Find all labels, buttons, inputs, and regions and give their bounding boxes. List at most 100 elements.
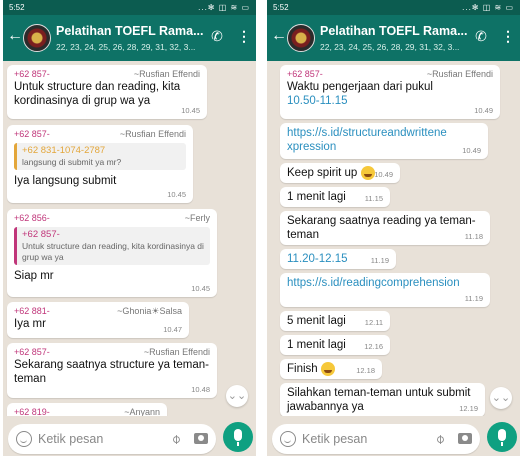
back-arrow-icon[interactable]: ←: [7, 28, 23, 44]
chevron-double-down-icon[interactable]: ⌄⌄: [226, 385, 248, 407]
message-list[interactable]: +62 857- ~Rusfian Effendi Untuk structur…: [3, 61, 256, 416]
message-time: 11.19: [464, 294, 483, 303]
message-bubble[interactable]: Silahkan teman-teman untuk submit jawaba…: [280, 383, 485, 416]
sender-phone[interactable]: +62 857-: [14, 346, 50, 358]
group-avatar[interactable]: [23, 24, 51, 52]
sender-phone[interactable]: +62 857-: [287, 68, 323, 80]
message-text: Iya langsung submit: [14, 175, 117, 187]
message-time: 12.16: [364, 342, 383, 351]
message-text: Siap mr: [14, 270, 54, 282]
link-reading[interactable]: https://s.id/readingcomprehension: [287, 276, 483, 290]
message-time: 11.18: [464, 232, 483, 241]
message-bubble[interactable]: 1 menit lagi 12.16: [280, 335, 390, 355]
sender-phone[interactable]: +62 881-: [14, 305, 50, 317]
attach-icon[interactable]: ⌀: [429, 428, 452, 451]
message-time: 10.49: [474, 106, 493, 115]
emoji-icon[interactable]: [16, 431, 32, 447]
grinning-emoji-icon: [360, 166, 375, 180]
message-list[interactable]: +62 857- ~Rusfian Effendi Waktu pengerja…: [267, 61, 520, 416]
message-time: 10.45: [191, 284, 210, 293]
voice-message-button[interactable]: [487, 422, 517, 452]
message-text: Silahkan teman-teman untuk submit jawaba…: [287, 387, 471, 413]
message-bubble[interactable]: 11.20-12.15 11.19: [280, 249, 396, 269]
emoji-icon[interactable]: [280, 431, 296, 447]
message-bubble[interactable]: Keep spirit up 10.49: [280, 163, 400, 183]
sender-name: ~Rusfian Effendi: [143, 347, 210, 357]
attach-icon[interactable]: ⌀: [165, 428, 188, 451]
compose-bar: ⌀: [267, 420, 520, 456]
status-time: 5:52: [273, 3, 289, 12]
message-time: 10.45: [181, 106, 200, 115]
more-vert-icon[interactable]: ⋮: [237, 27, 251, 45]
quoted-sender: +62 831-1074-2787: [22, 145, 106, 156]
chat-header: ← Pelatihan TOEFL Rama... 22, 23, 24, 25…: [267, 15, 520, 61]
message-bubble[interactable]: +62 881- ~Ghonia☀Salsa Iya mr 10.47: [7, 302, 189, 338]
add-call-icon[interactable]: ✆: [208, 27, 226, 45]
message-bubble[interactable]: +62 857- ~Rusfian Effendi Waktu pengerja…: [280, 65, 500, 119]
camera-icon[interactable]: [194, 433, 208, 444]
group-members[interactable]: 22, 23, 24, 25, 26, 28, 29, 31, 32, 3...: [320, 42, 468, 52]
chevron-double-down-icon[interactable]: ⌄⌄: [490, 387, 512, 409]
voice-message-button[interactable]: [223, 422, 253, 452]
sender-name: ~Anyann: [124, 407, 160, 416]
group-members[interactable]: 22, 23, 24, 25, 26, 28, 29, 31, 32, 3...: [56, 42, 204, 52]
message-text-content: Finish: [287, 363, 318, 376]
status-time: 5:52: [9, 3, 25, 12]
message-bubble[interactable]: +62 857- ~Rusfian Effendi Untuk structur…: [7, 65, 207, 119]
message-bubble[interactable]: https://s.id/structureandwrittenexpressi…: [280, 123, 488, 159]
message-bubble[interactable]: +62 857- ~Rusfian Effendi +62 831-1074-2…: [7, 125, 193, 203]
message-text: Untuk structure dan reading, kita kordin…: [14, 81, 181, 107]
sender-phone[interactable]: +62 819-: [14, 406, 50, 416]
message-time: 10.49: [374, 170, 393, 179]
quoted-text: Untuk structure dan reading, kita kordin…: [22, 241, 204, 262]
message-text: Iya mr: [14, 318, 46, 330]
message-time: 12.18: [356, 366, 375, 375]
sender-name: ~Ferly: [184, 213, 210, 223]
message-bubble[interactable]: +62 819- ~Anyann: [7, 403, 167, 416]
sender-name: ~Ghonia☀Salsa: [117, 306, 182, 316]
back-arrow-icon[interactable]: ←: [271, 28, 287, 44]
message-bubble[interactable]: Finish 12.18: [280, 359, 382, 379]
left-phone-screen: 5:52 ...✻ ◫ ≋ ▭ ← Pelatihan TOEFL Rama..…: [3, 0, 256, 456]
message-text: Sekarang saatnya reading ya teman-teman: [287, 215, 476, 241]
message-time: 10.49: [462, 146, 481, 155]
quoted-sender: +62 857-: [22, 229, 60, 240]
more-vert-icon[interactable]: ⋮: [501, 27, 515, 45]
sender-phone[interactable]: +62 856-: [14, 212, 50, 224]
grinning-emoji-icon: [320, 362, 335, 376]
quoted-text: langsung di submit ya mr?: [22, 157, 122, 167]
sender-phone[interactable]: +62 857-: [14, 128, 50, 140]
message-time: 10.47: [163, 325, 182, 334]
message-bubble[interactable]: +62 857- ~Rusfian Effendi Sekarang saatn…: [7, 343, 217, 398]
message-time: 12.19: [459, 404, 478, 413]
message-bubble[interactable]: 5 menit lagi 12.11: [280, 311, 390, 331]
message-text: Waktu pengerjaan dari pukul: [287, 81, 433, 93]
group-title[interactable]: Pelatihan TOEFL Rama...: [320, 24, 470, 38]
camera-icon[interactable]: [458, 433, 472, 444]
message-input[interactable]: [302, 430, 422, 448]
quoted-message[interactable]: +62 831-1074-2787 langsung di submit ya …: [14, 143, 186, 170]
message-input[interactable]: [38, 430, 158, 448]
group-avatar[interactable]: [287, 24, 315, 52]
link-structure[interactable]: https://s.id/structureandwrittenexpressi…: [287, 126, 447, 154]
sender-name: ~Rusfian Effendi: [426, 69, 493, 79]
compose-bar: ⌀: [3, 420, 256, 456]
status-icons: ...✻ ◫ ≋ ▭: [462, 3, 514, 12]
sender-phone[interactable]: +62 857-: [14, 68, 50, 80]
message-time: 11.19: [370, 256, 389, 265]
message-input-container[interactable]: ⌀: [272, 424, 480, 454]
status-bar: 5:52 ...✻ ◫ ≋ ▭: [3, 0, 256, 15]
message-bubble[interactable]: 1 menit lagi 11.15: [280, 187, 390, 207]
message-bubble[interactable]: Sekarang saatnya reading ya teman-teman …: [280, 211, 490, 245]
message-time: 10.48: [191, 385, 210, 394]
add-call-icon[interactable]: ✆: [472, 27, 490, 45]
message-bubble[interactable]: +62 856- ~Ferly +62 857- Untuk structure…: [7, 209, 217, 297]
sender-name: ~Rusfian Effendi: [119, 129, 186, 139]
sender-name: ~Rusfian Effendi: [133, 69, 200, 79]
message-time: 11.15: [364, 194, 383, 203]
message-text-content: Keep spirit up: [287, 167, 358, 180]
group-title[interactable]: Pelatihan TOEFL Rama...: [56, 24, 206, 38]
message-input-container[interactable]: ⌀: [8, 424, 216, 454]
message-bubble[interactable]: https://s.id/readingcomprehension 11.19: [280, 273, 490, 307]
quoted-message[interactable]: +62 857- Untuk structure dan reading, ki…: [14, 227, 210, 265]
